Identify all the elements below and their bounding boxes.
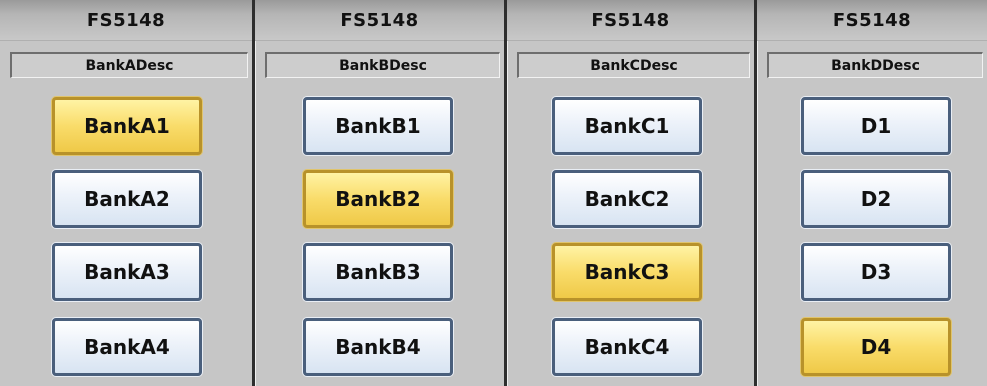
preset-button-bank-c-1[interactable]: BankC1 [552, 97, 702, 155]
preset-button-bank-b-4[interactable]: BankB4 [303, 318, 453, 376]
preset-button-bank-a-1[interactable]: BankA1 [52, 97, 202, 155]
bank-d-column: FS5148 BankDDesc D1 D2 D3 D4 [754, 0, 987, 386]
preset-button-bank-c-3[interactable]: BankC3 [552, 243, 702, 301]
preset-button-bank-d-2[interactable]: D2 [801, 170, 951, 228]
bank-d-title: FS5148 [757, 0, 987, 41]
preset-button-bank-d-3[interactable]: D3 [801, 243, 951, 301]
preset-button-bank-b-3[interactable]: BankB3 [303, 243, 453, 301]
bank-a-description: BankADesc [10, 52, 248, 78]
preset-button-bank-b-1[interactable]: BankB1 [303, 97, 453, 155]
preset-button-bank-d-1[interactable]: D1 [801, 97, 951, 155]
bank-d-description: BankDDesc [767, 52, 983, 78]
bank-b-description: BankBDesc [265, 52, 500, 78]
bank-c-column: FS5148 BankCDesc BankC1 BankC2 BankC3 Ba… [504, 0, 754, 386]
bank-c-description: BankCDesc [517, 52, 750, 78]
preset-button-bank-a-3[interactable]: BankA3 [52, 243, 202, 301]
bank-a-column: FS5148 BankADesc BankA1 BankA2 BankA3 Ba… [0, 0, 252, 386]
bank-c-title: FS5148 [507, 0, 754, 41]
preset-button-bank-d-4[interactable]: D4 [801, 318, 951, 376]
preset-button-bank-b-2[interactable]: BankB2 [303, 170, 453, 228]
preset-button-bank-c-4[interactable]: BankC4 [552, 318, 702, 376]
bank-a-title: FS5148 [0, 0, 252, 41]
bank-grid: FS5148 BankADesc BankA1 BankA2 BankA3 Ba… [0, 0, 987, 386]
preset-button-bank-a-2[interactable]: BankA2 [52, 170, 202, 228]
preset-button-bank-a-4[interactable]: BankA4 [52, 318, 202, 376]
bank-b-title: FS5148 [255, 0, 504, 41]
preset-button-bank-c-2[interactable]: BankC2 [552, 170, 702, 228]
bank-b-column: FS5148 BankBDesc BankB1 BankB2 BankB3 Ba… [252, 0, 504, 386]
